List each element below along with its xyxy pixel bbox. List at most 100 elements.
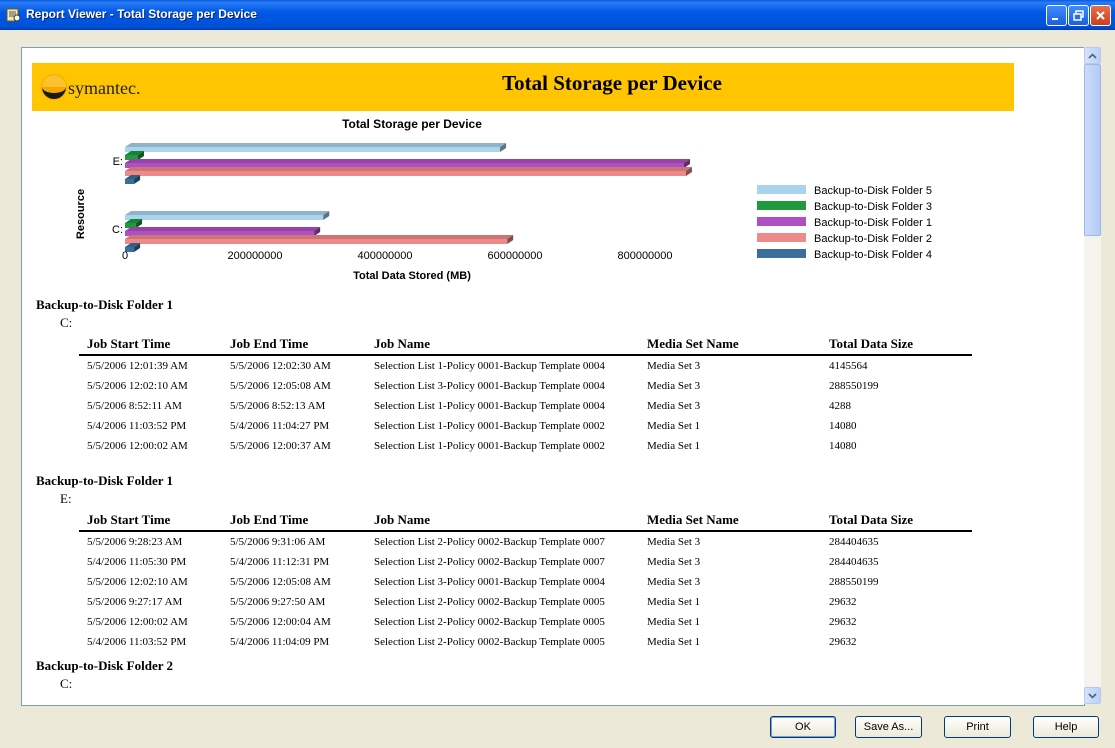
chart-legend-swatch xyxy=(757,185,806,194)
table-cell: 288550199 xyxy=(829,380,879,392)
chart-bar-top xyxy=(125,227,321,231)
table-cell: Media Set 3 xyxy=(647,400,701,412)
chart-category-label: C: xyxy=(112,224,123,236)
report-banner: symantec. Total Storage per Device xyxy=(32,63,1014,111)
chart-bar xyxy=(125,215,324,220)
chart-bar xyxy=(125,171,686,176)
table-cell: 5/4/2006 11:05:30 PM xyxy=(87,556,187,568)
chart-y-axis-label: Resource xyxy=(75,189,87,239)
table-column-header: Total Data Size xyxy=(829,336,914,351)
close-button[interactable] xyxy=(1090,5,1111,26)
chart-legend-entry: Backup-to-Disk Folder 4 xyxy=(814,249,932,261)
table-cell: 5/5/2006 9:27:17 AM xyxy=(87,596,183,608)
table-cell: 5/5/2006 12:00:37 AM xyxy=(230,440,331,452)
section-folder-title: Backup-to-Disk Folder 1 xyxy=(36,473,173,488)
table-cell: 5/5/2006 12:05:08 AM xyxy=(230,576,331,588)
table-cell: 5/4/2006 11:03:52 PM xyxy=(87,636,187,648)
table-cell: Media Set 1 xyxy=(647,596,701,608)
help-button[interactable]: Help xyxy=(1033,716,1099,738)
table-column-header: Job Start Time xyxy=(87,512,171,527)
table-column-header: Media Set Name xyxy=(647,336,739,351)
chart-bar-top xyxy=(125,211,330,215)
table-cell: 4288 xyxy=(829,400,851,412)
table-cell: Selection List 1-Policy 0001-Backup Temp… xyxy=(374,400,605,412)
table-cell: Selection List 2-Policy 0002-Backup Temp… xyxy=(374,556,605,568)
chart-title: Total Storage per Device xyxy=(342,117,482,131)
table-cell: Media Set 1 xyxy=(647,616,701,628)
table-cell: Selection List 2-Policy 0002-Backup Temp… xyxy=(374,596,605,608)
save-as-button[interactable]: Save As... xyxy=(855,716,922,738)
table-cell: 5/5/2006 12:02:30 AM xyxy=(230,360,331,372)
dialog-client-area: symantec. Total Storage per Device Total… xyxy=(4,30,1111,744)
report-viewport[interactable]: symantec. Total Storage per Device Total… xyxy=(21,47,1085,706)
table-cell: 5/5/2006 12:01:39 AM xyxy=(87,360,188,372)
table-cell: 5/5/2006 12:00:04 AM xyxy=(230,616,331,628)
chart-x-tick-label: 600000000 xyxy=(487,250,542,262)
chevron-down-icon xyxy=(1088,692,1097,699)
table-column-header: Job End Time xyxy=(230,336,309,351)
table-column-header: Job End Time xyxy=(230,512,309,527)
close-icon xyxy=(1096,11,1105,20)
table-cell: 5/5/2006 8:52:11 AM xyxy=(87,400,182,412)
chart-bar-top xyxy=(125,235,514,239)
table-cell: Selection List 1-Policy 0001-Backup Temp… xyxy=(374,440,605,452)
table-cell: Media Set 1 xyxy=(647,440,701,452)
section-resource-label: C: xyxy=(60,315,73,330)
table-cell: Media Set 1 xyxy=(647,420,701,432)
chart-x-tick-label: 0 xyxy=(122,250,128,262)
table-cell: 5/4/2006 11:03:52 PM xyxy=(87,420,187,432)
title-bar[interactable]: Report Viewer - Total Storage per Device xyxy=(0,0,1115,30)
table-cell: Media Set 3 xyxy=(647,576,701,588)
chart-bar-top xyxy=(125,159,690,163)
table-column-header: Media Set Name xyxy=(647,512,739,527)
table-header-rule xyxy=(79,354,972,356)
table-cell: 5/4/2006 11:04:27 PM xyxy=(230,420,330,432)
report-title: Total Storage per Device xyxy=(502,71,722,95)
table-cell: Selection List 2-Policy 0002-Backup Temp… xyxy=(374,636,605,648)
table-cell: 5/5/2006 12:00:02 AM xyxy=(87,440,188,452)
ok-button[interactable]: OK xyxy=(770,716,836,738)
table-cell: 5/5/2006 9:27:50 AM xyxy=(230,596,326,608)
section-resource-label: E: xyxy=(60,491,72,506)
print-button[interactable]: Print xyxy=(944,716,1011,738)
chart-legend-entry: Backup-to-Disk Folder 5 xyxy=(814,185,932,197)
scroll-up-button[interactable] xyxy=(1084,47,1101,64)
chart-legend-swatch xyxy=(757,233,806,242)
storage-chart: Total Storage per Device Resource E: C: 0 200… xyxy=(75,117,932,282)
table-cell: 4145564 xyxy=(829,360,868,372)
chart-x-tick-label: 800000000 xyxy=(617,250,672,262)
table-cell: Media Set 3 xyxy=(647,360,701,372)
minimize-button[interactable] xyxy=(1046,5,1067,26)
chart-x-tick-label: 400000000 xyxy=(357,250,412,262)
chart-bar-top xyxy=(125,143,507,147)
chart-legend-entry: Backup-to-Disk Folder 1 xyxy=(814,217,932,229)
restore-button[interactable] xyxy=(1068,5,1089,26)
scroll-thumb[interactable] xyxy=(1084,64,1101,236)
scroll-down-button[interactable] xyxy=(1084,687,1101,704)
table-cell: 5/5/2006 12:02:10 AM xyxy=(87,576,188,588)
chart-x-tick-label: 200000000 xyxy=(227,250,282,262)
table-cell: Selection List 1-Policy 0001-Backup Temp… xyxy=(374,420,605,432)
section-folder-title: Backup-to-Disk Folder 1 xyxy=(36,297,173,312)
table-cell: Selection List 1-Policy 0001-Backup Temp… xyxy=(374,360,605,372)
table-cell: 29632 xyxy=(829,596,857,608)
table-cell: 5/4/2006 11:04:09 PM xyxy=(230,636,330,648)
table-cell: 5/5/2006 12:05:08 AM xyxy=(230,380,331,392)
window-title: Report Viewer - Total Storage per Device xyxy=(26,7,257,21)
chart-legend-entry: Backup-to-Disk Folder 3 xyxy=(814,201,932,213)
restore-icon xyxy=(1073,10,1084,21)
vertical-scrollbar[interactable] xyxy=(1084,47,1101,704)
table-cell: 284404635 xyxy=(829,556,879,568)
table-cell: 14080 xyxy=(829,420,857,432)
chart-bar-top xyxy=(125,167,692,171)
chart-legend-entry: Backup-to-Disk Folder 2 xyxy=(814,233,932,245)
chart-bar xyxy=(125,239,508,244)
table-cell: Media Set 3 xyxy=(647,556,701,568)
table-cell: Selection List 2-Policy 0002-Backup Temp… xyxy=(374,616,605,628)
chart-legend-swatch xyxy=(757,217,806,226)
table-header-rule xyxy=(79,530,972,532)
table-cell: 5/4/2006 11:12:31 PM xyxy=(230,556,330,568)
chart-x-axis-label: Total Data Stored (MB) xyxy=(353,270,471,282)
chart-category-label: E: xyxy=(113,156,123,168)
table-cell: 5/5/2006 12:02:10 AM xyxy=(87,380,188,392)
